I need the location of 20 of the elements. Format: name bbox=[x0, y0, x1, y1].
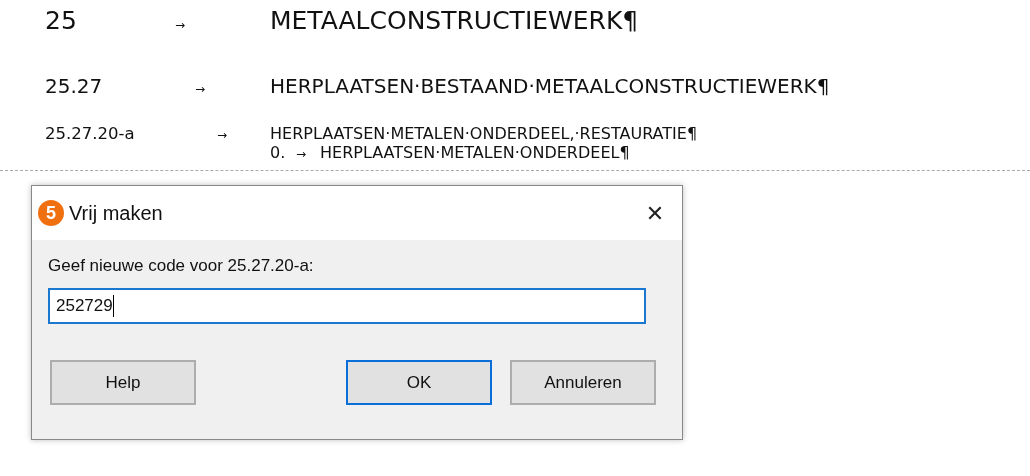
entry-code: 25.27.20-a bbox=[45, 124, 136, 143]
dialog-button[interactable]: OK bbox=[346, 360, 492, 405]
tab-arrow: → bbox=[296, 147, 308, 161]
tab-arrow: → bbox=[175, 18, 187, 32]
entry-title: METAALCONSTRUCTIEWERK¶ bbox=[270, 6, 639, 35]
sub-title: HERPLAATSEN·METALEN·ONDERDEEL¶ bbox=[320, 143, 630, 162]
sub-number: 0. bbox=[270, 143, 287, 162]
entry-code: 25 bbox=[45, 6, 78, 35]
prompt-label: Geef nieuwe code voor 25.27.20-a: bbox=[48, 256, 315, 276]
window-title: Vrij maken bbox=[69, 201, 164, 225]
entry-title: HERPLAATSEN·BESTAAND·METAALCONSTRUCTIEWERK¶ bbox=[270, 74, 830, 98]
dialog-button[interactable]: Annuleren bbox=[510, 360, 656, 405]
code-input-field[interactable]: 252729 bbox=[48, 288, 646, 324]
entry-title: HERPLAATSEN·METALEN·ONDERDEEL,·RESTAURATIE¶ bbox=[270, 124, 698, 143]
entry-code: 25.27 bbox=[45, 74, 104, 98]
dialog-button[interactable]: Help bbox=[50, 360, 196, 405]
tab-arrow: → bbox=[195, 82, 207, 96]
close-button[interactable]: ✕ bbox=[628, 193, 682, 233]
app-logo: 5 bbox=[38, 200, 64, 226]
tab-arrow: → bbox=[217, 128, 229, 142]
